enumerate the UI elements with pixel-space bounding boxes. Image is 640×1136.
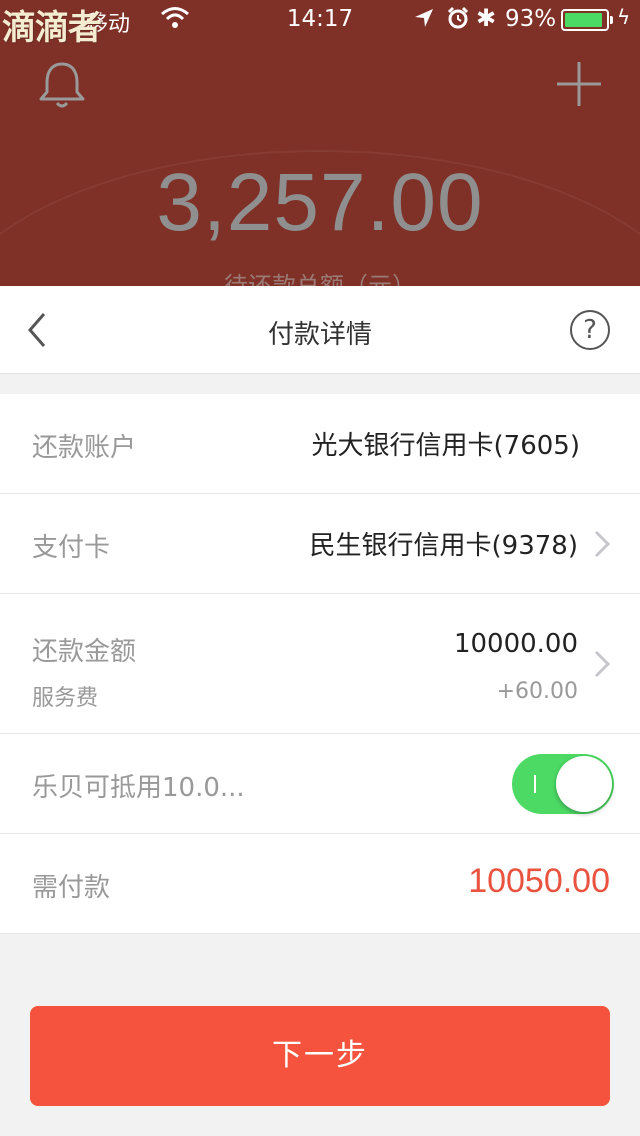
need-pay-label: 需付款 (32, 873, 111, 903)
plus-icon[interactable] (553, 58, 605, 110)
next-step-button[interactable]: 下一步 (30, 1006, 610, 1106)
total-amount: 3,257.00 (156, 157, 484, 248)
sheet-title: 付款详情 (267, 320, 372, 350)
payment-detail-list: 还款账户 光大银行信用卡(7605) 支付卡 民生银行信用卡(9378) 还款金… (0, 394, 640, 934)
bell-icon[interactable] (36, 60, 88, 110)
location-arrow-icon (412, 6, 436, 36)
battery-icon (561, 9, 609, 31)
repay-amount-row[interactable]: 还款金额 服务费 10000.00 +60.00 (0, 594, 640, 734)
alarm-icon (446, 6, 470, 36)
payment-detail-screen: 移动 14:17 ✱ 93% ϟ 3,257.00 待还款总额（元） 滴滴者 付… (0, 0, 640, 1136)
bluetooth-icon: ✱ (476, 4, 497, 32)
need-pay-value: 10050.00 (468, 862, 610, 900)
service-fee-label: 服务费 (32, 686, 99, 711)
help-icon[interactable]: ? (570, 310, 610, 350)
lebei-deduction-row: 乐贝可抵用10.0... (0, 734, 640, 834)
toggle-on-mark (534, 775, 536, 793)
repay-amount-label: 还款金额 (32, 637, 137, 667)
repay-account-value: 光大银行信用卡(7605) (311, 431, 580, 461)
repay-account-row: 还款账户 光大银行信用卡(7605) (0, 394, 640, 494)
pay-card-row[interactable]: 支付卡 民生银行信用卡(9378) (0, 494, 640, 594)
sheet-nav-bar: 付款详情 ? (0, 286, 640, 374)
payment-detail-sheet: 付款详情 ? 还款账户 光大银行信用卡(7605) 支付卡 民生银行信用卡(93… (0, 286, 640, 1136)
service-fee-value: +60.00 (496, 679, 578, 704)
charging-bolt-icon: ϟ (617, 5, 631, 29)
chevron-right-icon (594, 530, 610, 558)
lebei-toggle[interactable] (512, 754, 614, 814)
need-pay-row: 需付款 10050.00 (0, 834, 640, 934)
battery-cap (610, 16, 613, 24)
battery-fill (565, 13, 603, 27)
watermark-logo: 滴滴者 (2, 8, 102, 48)
pay-card-label: 支付卡 (32, 533, 111, 563)
lebei-deduction-label: 乐贝可抵用10.0... (32, 773, 245, 803)
repay-account-label: 还款账户 (32, 433, 137, 463)
repay-amount-value: 10000.00 (453, 629, 578, 659)
pay-card-value: 民生银行信用卡(9378) (309, 531, 578, 561)
chevron-right-icon (594, 650, 610, 678)
toggle-knob (556, 756, 612, 812)
battery-percent: 93% (505, 6, 557, 32)
